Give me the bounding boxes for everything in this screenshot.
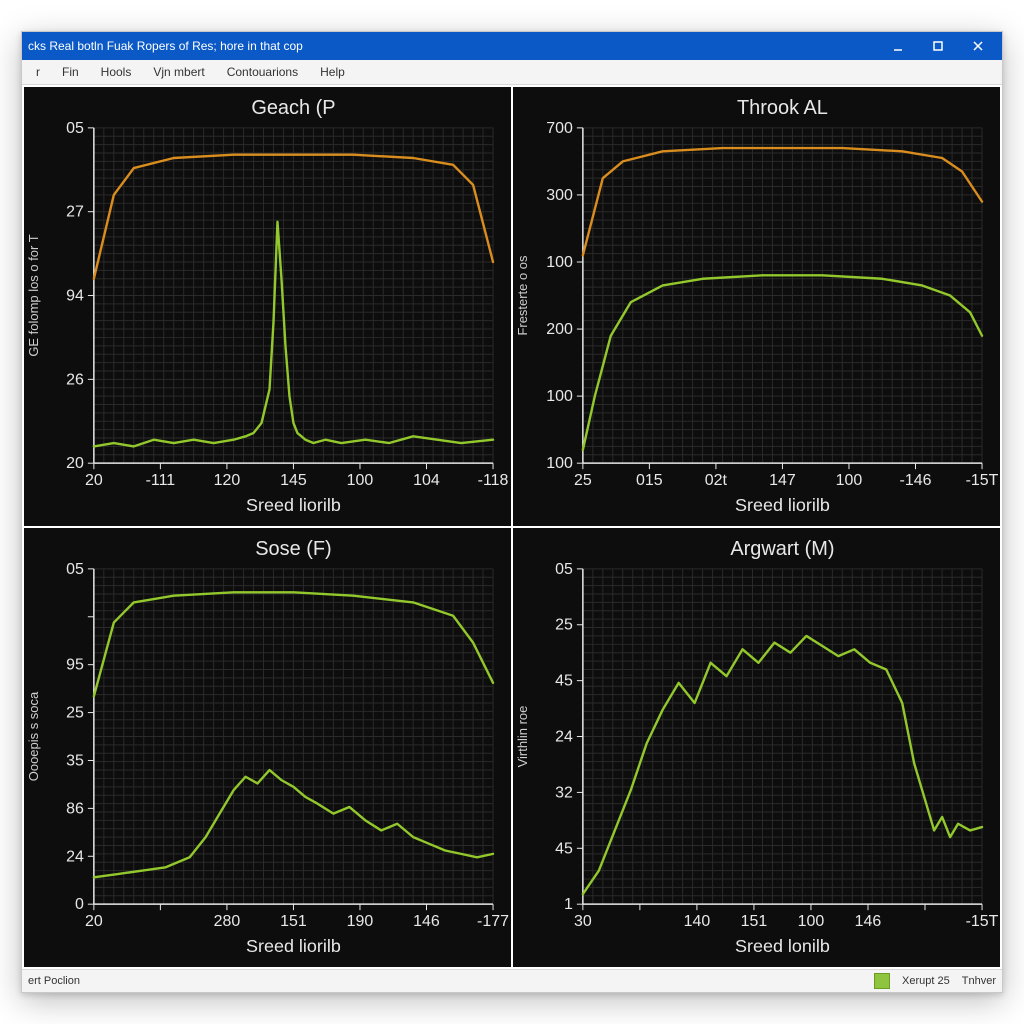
svg-text:280: 280	[214, 913, 241, 930]
menu-item-4[interactable]: Contouarions	[217, 63, 308, 81]
svg-text:-118: -118	[478, 472, 509, 489]
svg-text:26: 26	[66, 371, 84, 388]
menubar: r Fin Hools Vjn mbert Contouarions Help	[22, 60, 1002, 85]
svg-text:Geach (P: Geach (P	[251, 97, 335, 119]
svg-text:100: 100	[836, 472, 863, 489]
svg-text:94: 94	[66, 288, 84, 305]
svg-text:120: 120	[214, 472, 241, 489]
svg-text:145: 145	[280, 472, 307, 489]
svg-text:20: 20	[85, 913, 103, 930]
svg-text:Oooepis s soca: Oooepis s soca	[26, 691, 41, 781]
svg-text:05: 05	[66, 561, 84, 578]
svg-text:100: 100	[546, 388, 573, 405]
svg-text:24: 24	[66, 848, 84, 865]
svg-text:100: 100	[798, 913, 825, 930]
plot-grid: 20-111120145100104-1180527942620Geach (P…	[22, 85, 1002, 969]
maximize-button[interactable]	[918, 32, 958, 60]
svg-text:Sreed liorilb: Sreed liorilb	[735, 495, 830, 515]
chart-panel-tl[interactable]: 20 -111 120 145 100 104 -118 05 27 94 26 20 Geach (P…	[24, 87, 511, 526]
menu-item-2[interactable]: Hools	[91, 63, 142, 81]
status-right-1: Xerupt 25	[902, 975, 950, 987]
svg-text:-111: -111	[146, 472, 176, 489]
svg-text:20: 20	[85, 472, 103, 489]
svg-text:Fresterte o os: Fresterte o os	[515, 255, 530, 336]
window-title: cks Real botln Fuak Ropers of Res; hore …	[28, 39, 878, 53]
svg-text:140: 140	[684, 913, 711, 930]
svg-text:25: 25	[66, 705, 84, 722]
svg-text:300: 300	[546, 187, 573, 204]
svg-text:45: 45	[555, 673, 573, 690]
svg-text:-15T: -15T	[966, 913, 999, 930]
chart-panel-tr[interactable]: 25 015 02t 147 100 -146 -15T 700 300 100 200 100 100…	[513, 87, 1000, 526]
svg-text:02t: 02t	[705, 472, 728, 489]
svg-text:GE folomp los o for T: GE folomp los o for T	[26, 234, 41, 356]
svg-text:05: 05	[555, 561, 573, 578]
status-left: ert Poclion	[28, 975, 80, 987]
svg-text:20: 20	[66, 455, 84, 472]
svg-text:95: 95	[66, 657, 84, 674]
statusbar: ert Poclion Xerupt 25 Tnhver	[22, 969, 1002, 992]
svg-text:100: 100	[546, 254, 573, 271]
svg-text:86: 86	[66, 800, 84, 817]
svg-text:30: 30	[574, 913, 592, 930]
svg-text:200: 200	[546, 321, 573, 338]
svg-text:Sreed lonilb: Sreed lonilb	[735, 936, 830, 956]
chart-panel-br[interactable]: 30 140 151 100 146 -15T 05 25 45 24 32 45 1 Argwart (…	[513, 528, 1000, 967]
svg-text:151: 151	[741, 913, 768, 930]
svg-text:35: 35	[66, 752, 84, 769]
svg-text:104: 104	[413, 472, 440, 489]
minimize-button[interactable]	[878, 32, 918, 60]
menu-item-1[interactable]: Fin	[52, 63, 89, 81]
svg-text:Sose (F): Sose (F)	[255, 538, 331, 560]
menu-item-5[interactable]: Help	[310, 63, 355, 81]
svg-text:146: 146	[413, 913, 440, 930]
chart-panel-bl[interactable]: 20 280 151 190 146 -177 05 95 25 35 86 24 0 Sose (F) S…	[24, 528, 511, 967]
svg-text:1: 1	[564, 896, 573, 913]
svg-text:-15T: -15T	[966, 472, 999, 489]
svg-text:Throok AL: Throok AL	[737, 97, 828, 119]
svg-text:32: 32	[555, 784, 573, 801]
svg-text:25: 25	[555, 617, 573, 634]
svg-text:190: 190	[347, 913, 374, 930]
menu-item-3[interactable]: Vjn mbert	[143, 63, 214, 81]
titlebar[interactable]: cks Real botln Fuak Ropers of Res; hore …	[22, 32, 1002, 60]
svg-text:0: 0	[75, 896, 84, 913]
svg-text:100: 100	[546, 455, 573, 472]
close-button[interactable]	[958, 32, 998, 60]
svg-text:24: 24	[555, 729, 573, 746]
svg-text:-177: -177	[477, 913, 509, 930]
svg-text:25: 25	[574, 472, 592, 489]
svg-text:151: 151	[280, 913, 307, 930]
status-indicator-icon	[874, 973, 890, 989]
svg-text:45: 45	[555, 840, 573, 857]
menu-item-0[interactable]: r	[26, 63, 50, 81]
svg-text:Sreed liorilb: Sreed liorilb	[246, 495, 341, 515]
svg-text:700: 700	[546, 120, 573, 137]
svg-text:015: 015	[636, 472, 663, 489]
svg-text:05: 05	[66, 120, 84, 137]
window-buttons	[878, 32, 998, 60]
svg-text:Sreed liorilb: Sreed liorilb	[246, 936, 341, 956]
status-right-2: Tnhver	[962, 975, 996, 987]
svg-text:Virthlin roe: Virthlin roe	[515, 706, 530, 768]
app-window: cks Real botln Fuak Ropers of Res; hore …	[21, 31, 1003, 993]
svg-text:Argwart (M): Argwart (M)	[730, 538, 834, 560]
svg-text:27: 27	[66, 204, 84, 221]
svg-text:146: 146	[855, 913, 882, 930]
svg-text:100: 100	[347, 472, 374, 489]
svg-text:-146: -146	[900, 472, 932, 489]
svg-text:147: 147	[769, 472, 796, 489]
